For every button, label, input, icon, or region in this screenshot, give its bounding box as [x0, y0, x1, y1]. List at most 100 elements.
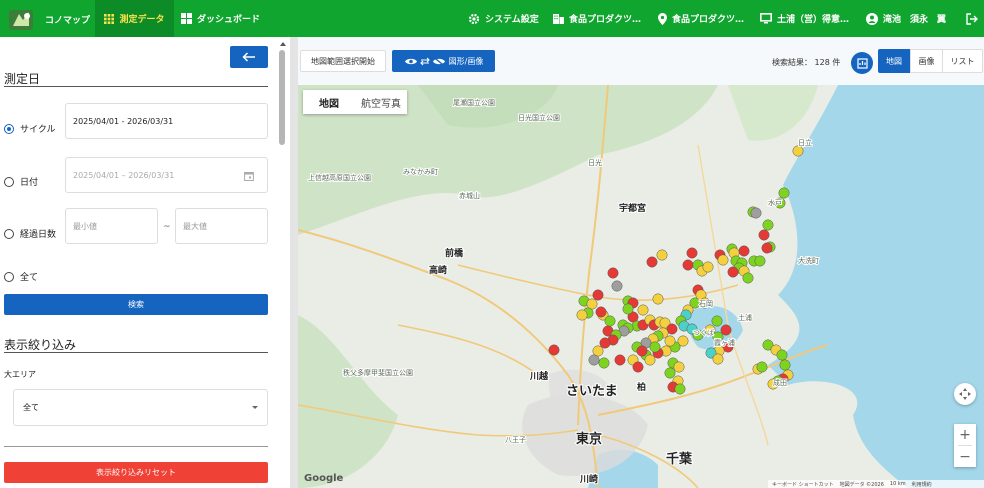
- measurement-marker[interactable]: [632, 361, 644, 373]
- measurement-marker[interactable]: [717, 254, 729, 266]
- measurement-marker[interactable]: [614, 354, 626, 366]
- location-control[interactable]: [954, 383, 976, 405]
- view-map-button[interactable]: 地図: [878, 49, 910, 73]
- measurement-marker[interactable]: [754, 255, 766, 267]
- radio-all[interactable]: 全て: [4, 270, 38, 283]
- measurement-marker[interactable]: [702, 261, 714, 273]
- nav-system-settings[interactable]: システム設定: [468, 0, 539, 37]
- nav-company-1[interactable]: 食品プロダクツ…: [553, 0, 641, 37]
- search-button[interactable]: 検索: [4, 294, 268, 315]
- export-button[interactable]: [851, 52, 873, 74]
- measurement-marker[interactable]: [778, 187, 790, 199]
- shape-image-toggle-button[interactable]: 図形/画像: [392, 50, 495, 72]
- radio-elapsed[interactable]: 経過日数: [4, 227, 56, 240]
- app-name[interactable]: コノマップ: [45, 13, 90, 26]
- measurement-marker[interactable]: [779, 359, 791, 371]
- measurement-marker[interactable]: [750, 207, 762, 219]
- app-logo-icon[interactable]: [7, 6, 35, 32]
- measurement-marker[interactable]: [673, 361, 685, 373]
- panel-divider[interactable]: [290, 37, 298, 488]
- section-divider: [4, 446, 268, 447]
- measurement-marker[interactable]: [604, 315, 616, 327]
- nav-site[interactable]: 土浦（営）得意…: [760, 0, 849, 37]
- terms-link[interactable]: 利用規約: [912, 481, 932, 488]
- measurement-marker[interactable]: [576, 309, 588, 321]
- view-list-button[interactable]: リスト: [943, 49, 983, 73]
- map-type-map[interactable]: 地図: [303, 90, 355, 114]
- zoom-control: + −: [954, 424, 976, 467]
- user-name: 滝池 須永 翼: [883, 15, 947, 25]
- measurement-marker[interactable]: [758, 229, 770, 241]
- measurement-marker[interactable]: [762, 219, 774, 231]
- measurement-marker[interactable]: [756, 361, 768, 373]
- measurement-marker[interactable]: [592, 289, 604, 301]
- measurement-marker[interactable]: [588, 354, 600, 366]
- measurement-marker[interactable]: [636, 345, 648, 357]
- measurement-marker[interactable]: [711, 315, 723, 327]
- measurement-marker[interactable]: [761, 242, 773, 254]
- measurement-marker[interactable]: [598, 357, 610, 369]
- measurement-marker[interactable]: [720, 324, 732, 336]
- radio-cycle[interactable]: サイクル: [4, 122, 56, 135]
- measurement-marker[interactable]: [727, 266, 739, 278]
- measurement-marker[interactable]: [644, 354, 656, 366]
- elapsed-max-input[interactable]: 最大値: [175, 208, 268, 244]
- nav-company-2[interactable]: 食品プロダクツ…: [658, 0, 744, 37]
- map-place-label: つくば: [693, 328, 714, 337]
- reset-filter-button[interactable]: 表示絞り込みリセット: [4, 462, 268, 483]
- measurement-marker[interactable]: [656, 249, 668, 261]
- map-place-label: 宇都宮: [619, 202, 646, 214]
- map-place-label: 赤城山: [459, 191, 480, 200]
- measurement-marker[interactable]: [607, 267, 619, 279]
- measurement-marker[interactable]: [738, 245, 750, 257]
- measurement-marker[interactable]: [646, 256, 658, 268]
- zoom-in-button[interactable]: +: [959, 424, 971, 445]
- map-type-control: 地図 航空写真: [303, 90, 407, 114]
- google-logo[interactable]: Google: [304, 473, 343, 484]
- measurement-marker[interactable]: [595, 306, 607, 318]
- map-range-select-button[interactable]: 地図範囲選択開始: [300, 50, 386, 72]
- measurement-marker[interactable]: [712, 353, 724, 365]
- measurement-marker[interactable]: [792, 145, 804, 157]
- scroll-up-arrow-icon[interactable]: [280, 42, 286, 46]
- measurement-marker[interactable]: [686, 247, 698, 259]
- keyboard-shortcuts-link[interactable]: キーボード ショートカット: [772, 481, 834, 488]
- measurement-marker[interactable]: [599, 337, 611, 349]
- measurement-marker[interactable]: [652, 293, 664, 305]
- elapsed-max-placeholder: 最大値: [183, 221, 207, 231]
- measurement-marker[interactable]: [776, 349, 788, 361]
- measurement-marker[interactable]: [622, 303, 634, 315]
- date-range-field[interactable]: 2025/04/01 – 2026/03/31: [65, 157, 268, 193]
- measurement-marker[interactable]: [548, 344, 560, 356]
- radio-date-indicator[interactable]: [4, 176, 14, 187]
- map-type-satellite[interactable]: 航空写真: [355, 90, 407, 114]
- radio-all-indicator[interactable]: [4, 271, 14, 282]
- measurement-marker[interactable]: [664, 367, 676, 379]
- measurement-marker[interactable]: [649, 341, 661, 353]
- sidebar-scrollbar-thumb[interactable]: [279, 50, 285, 145]
- elapsed-min-input[interactable]: 最小値: [65, 208, 158, 244]
- collapse-sidebar-button[interactable]: [230, 46, 268, 68]
- nav-measurement-data[interactable]: 測定データ: [95, 0, 174, 37]
- area-select[interactable]: 全て: [13, 389, 268, 426]
- view-image-button[interactable]: 画像: [910, 49, 943, 73]
- logout-button[interactable]: [966, 0, 983, 37]
- radio-date-label: 日付: [20, 178, 39, 188]
- measurement-marker[interactable]: [674, 383, 686, 395]
- calendar-icon[interactable]: [244, 171, 254, 181]
- measurement-marker[interactable]: [742, 272, 754, 284]
- radio-cycle-indicator[interactable]: [4, 123, 14, 134]
- user-menu[interactable]: 滝池 須永 翼: [866, 0, 946, 37]
- map-graphic[interactable]: さいたま東京千葉 前橋高崎 宇都宮川越柏川崎 八王子 日光石岡霞ヶ浦 赤城山 日光国立公園 尾…: [298, 85, 984, 488]
- map-canvas[interactable]: さいたま 東京 千葉 前橋 高崎 宇都宮 川越柏川崎 八王子 日光 石岡 霞ヶ浦 赤城山 日光国立公園 尾…: [298, 85, 984, 488]
- measurement-marker[interactable]: [682, 259, 694, 271]
- zoom-out-button[interactable]: −: [959, 446, 971, 467]
- measurement-marker[interactable]: [637, 304, 649, 316]
- nav-dashboard[interactable]: ダッシュボード: [181, 0, 260, 37]
- radio-date[interactable]: 日付: [4, 175, 38, 188]
- radio-elapsed-indicator[interactable]: [4, 228, 14, 239]
- measurement-marker[interactable]: [664, 335, 676, 347]
- measurement-marker[interactable]: [611, 280, 623, 292]
- toggle-label: 図形/画像: [448, 56, 484, 66]
- cycle-range-field[interactable]: 2025/04/01 - 2026/03/31: [65, 103, 268, 139]
